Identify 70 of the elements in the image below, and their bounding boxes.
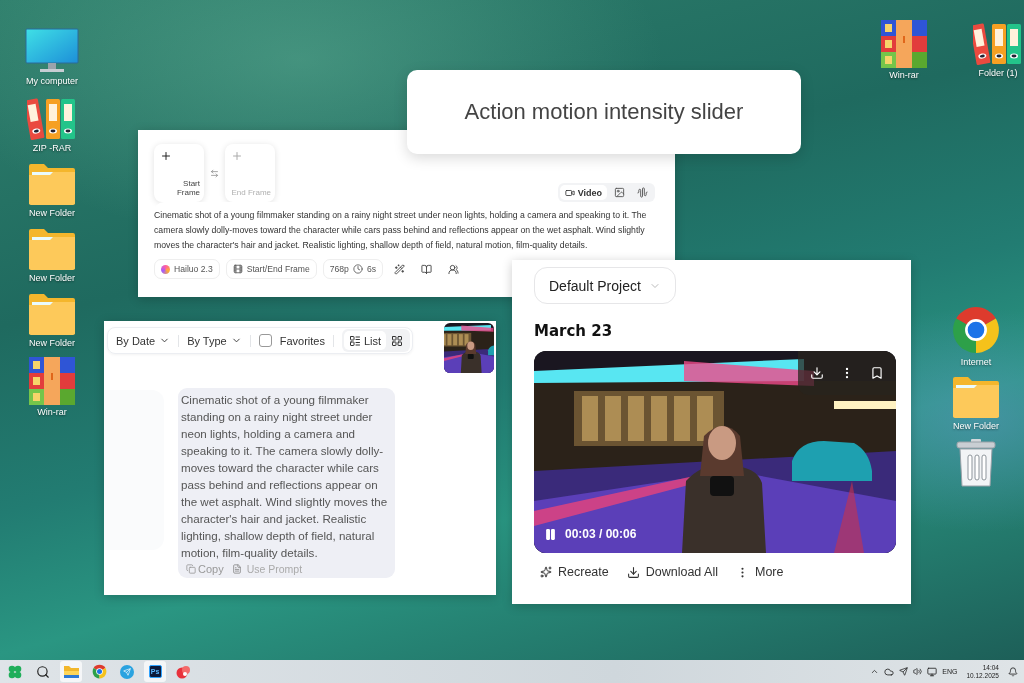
folder-icon[interactable] <box>28 292 76 336</box>
download-icon <box>626 565 640 579</box>
bell-icon[interactable] <box>1008 666 1018 677</box>
frame-mode-chip[interactable]: Start/End Frame <box>225 259 317 279</box>
speaker-icon[interactable] <box>913 667 923 676</box>
archive-icon[interactable] <box>881 20 927 68</box>
frame-slot-button[interactable]: Start Frame <box>154 144 204 202</box>
archive-icon[interactable] <box>29 357 75 405</box>
shortcut-label: New Folder <box>953 421 999 431</box>
prompt-text: Cinematic shot of a young filmmaker standing on a rainy night street under neon lights, holding a camera and speaking to it. The camera slowly dolly-moves toward the character while cars pass behind and reflections appear on the wet asphalt. Wind slightly moves the character's hair and jacket. Realistic lighting, shallow depth of field, natural motion, film-quality details. <box>181 392 389 561</box>
prompt-text: Cinematic shot of a young filmmaker standing on a rainy night street under neon lights, holding a camera and speaking to it. The camera slowly dolly-moves toward the character while cars pass behind and reflections appear on the wet asphalt. Wind slightly moves the character's hair and jacket. Realistic lighting, shallow depth of field, natural motion, film-quality details. <box>154 209 648 252</box>
list-view-button[interactable]: List <box>343 331 387 350</box>
search-icon <box>36 664 50 679</box>
shortcut-label: Win-rar <box>889 70 919 80</box>
date-heading: March 23 <box>534 322 614 340</box>
download-icon <box>810 366 824 380</box>
download-button[interactable] <box>808 364 826 382</box>
bookmark-icon <box>870 366 884 380</box>
taskbar-app-button[interactable] <box>60 661 82 682</box>
paper-plane-icon <box>120 664 134 679</box>
clock-icon <box>352 264 363 274</box>
book-icon <box>420 263 432 275</box>
video-icon <box>564 187 575 198</box>
filter-dropdown[interactable]: By Date <box>116 334 171 347</box>
monitor-icon[interactable] <box>927 666 938 677</box>
shortcut-label: Win-rar <box>37 407 67 417</box>
shortcut-label: New Folder <box>29 208 75 218</box>
app-icon <box>175 664 191 679</box>
paper-plane-icon[interactable] <box>899 667 909 676</box>
project-dropdown[interactable]: Default Project <box>534 267 676 304</box>
folder-icon[interactable] <box>28 162 76 206</box>
settings-chip[interactable]: 768p 6s <box>322 259 383 279</box>
plus-icon <box>231 150 243 162</box>
shortcut-label: New Folder <box>29 273 75 283</box>
shortcut-label: Internet <box>960 357 992 367</box>
shortcut-label: ZIP -RAR <box>32 143 72 153</box>
shortcut-label: My computer <box>26 76 78 86</box>
favorites-label: Favorites <box>279 334 325 347</box>
clover-icon <box>8 664 22 679</box>
grid-icon <box>391 334 404 347</box>
folder-icon[interactable] <box>952 375 1000 419</box>
download-button[interactable]: Download All <box>626 565 718 579</box>
people-icon <box>447 263 459 275</box>
list-icon <box>348 334 361 347</box>
more-button[interactable]: More <box>736 565 784 579</box>
browser-icon[interactable] <box>951 305 1001 355</box>
monitor-icon[interactable] <box>25 28 79 74</box>
chevron-icon[interactable] <box>870 667 880 676</box>
recreate-button[interactable]: Recreate <box>540 565 609 579</box>
copy-icon <box>186 564 196 574</box>
trash-icon[interactable] <box>956 439 996 487</box>
folder-icon <box>63 665 79 678</box>
filter-dropdown[interactable]: By Type <box>187 334 242 347</box>
shortcut-label: New Folder <box>29 338 75 348</box>
wand-icon <box>393 263 405 275</box>
shortcut-label: Folder (1) <box>978 68 1018 78</box>
callout-title: Action motion intensity slider <box>407 70 801 154</box>
checkbox[interactable] <box>258 334 272 347</box>
pause-icon[interactable] <box>544 527 557 541</box>
video-mode-button[interactable]: Video <box>559 185 607 200</box>
plus-icon <box>160 150 172 162</box>
sparkle-icon <box>540 566 552 578</box>
cloud-icon[interactable] <box>884 666 895 677</box>
folder-icon[interactable] <box>28 227 76 271</box>
image-icon <box>614 187 625 198</box>
waveform-icon <box>637 187 648 198</box>
model-logo-icon <box>161 264 170 274</box>
model-chip[interactable]: Hailuo 2.3 <box>154 259 220 279</box>
video-time: 00:03 / 00:06 <box>565 527 637 541</box>
film-icon <box>232 264 243 274</box>
